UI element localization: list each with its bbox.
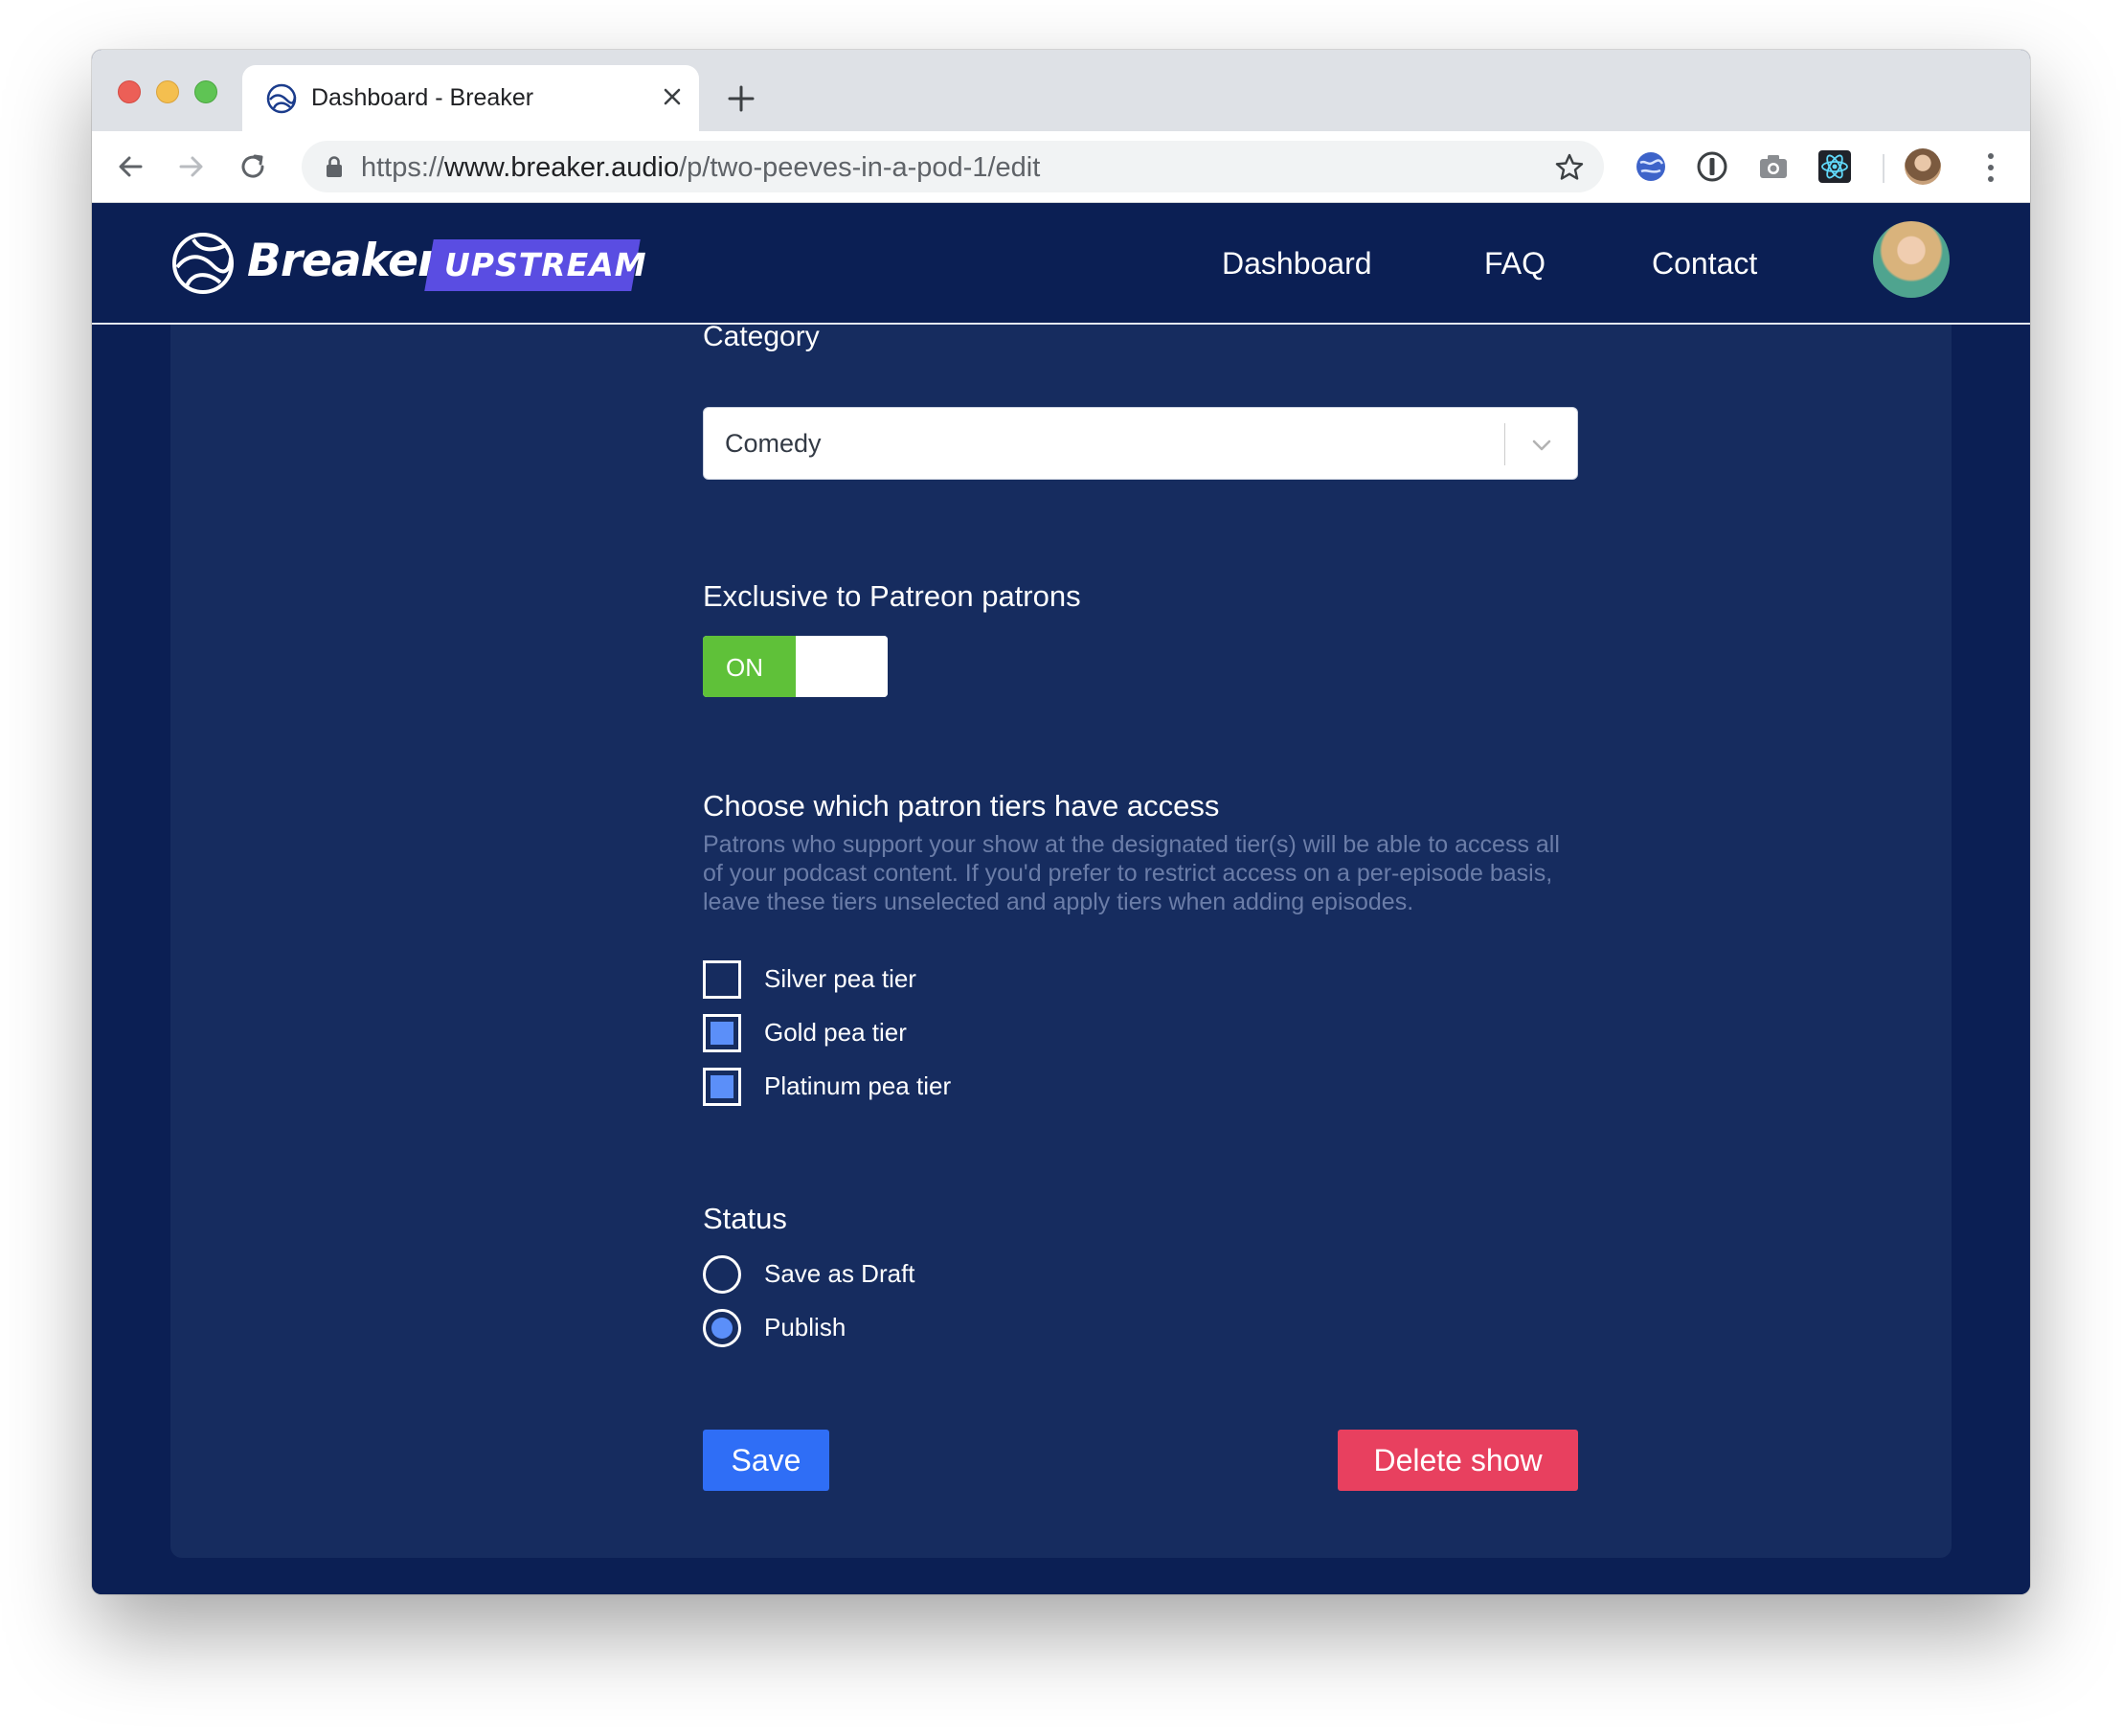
save-button[interactable]: Save <box>703 1430 829 1491</box>
tier-checkbox[interactable] <box>703 1068 741 1106</box>
exclusive-toggle[interactable]: ON <box>703 636 888 697</box>
tier-gold[interactable]: Gold pea tier <box>703 1014 990 1052</box>
toggle-on-label: ON <box>726 653 763 682</box>
site-navbar: Breaker UPSTREAM Dashboard FAQ Contact <box>92 204 2030 325</box>
maximize-window-button[interactable] <box>194 80 217 103</box>
star-icon[interactable] <box>1554 152 1585 183</box>
react-devtools-icon[interactable] <box>1816 148 1853 185</box>
status-radio[interactable] <box>703 1309 741 1347</box>
toggle-knob[interactable] <box>796 636 888 697</box>
back-icon[interactable] <box>114 150 147 183</box>
tier-label: Gold pea tier <box>764 1018 907 1047</box>
tab-strip: Dashboard - Breaker <box>92 50 2030 131</box>
tier-label: Silver pea tier <box>764 964 916 993</box>
reload-icon[interactable] <box>237 150 269 183</box>
close-window-button[interactable] <box>118 80 141 103</box>
tiers-title: Choose which patron tiers have access <box>703 789 1220 823</box>
tiers-description: Patrons who support your show at the des… <box>703 831 1560 915</box>
tab-dashboard[interactable]: Dashboard - Breaker <box>242 65 699 131</box>
url-path: /p/two-peeves-in-a-pod-1/edit <box>679 152 1041 183</box>
chevron-down-icon[interactable] <box>1529 433 1554 458</box>
url-text: https://www.breaker.audio/p/two-peeves-i… <box>361 152 1040 184</box>
globe-extension-icon[interactable] <box>1633 148 1669 185</box>
toolbar-divider <box>1883 154 1884 183</box>
toggle-on-segment: ON <box>703 636 796 697</box>
minimize-window-button[interactable] <box>156 80 179 103</box>
password-manager-icon[interactable] <box>1694 148 1730 185</box>
status-label: Publish <box>764 1313 846 1341</box>
lock-icon <box>327 156 342 177</box>
tier-silver[interactable]: Silver pea tier <box>703 960 990 999</box>
browser-toolbar: https://www.breaker.audio/p/two-peeves-i… <box>92 131 2030 203</box>
delete-show-button[interactable]: Delete show <box>1338 1430 1578 1491</box>
tier-platinum[interactable]: Platinum pea tier <box>703 1068 990 1106</box>
nav-contact[interactable]: Contact <box>1652 246 1757 282</box>
category-select-value: Comedy <box>725 429 822 458</box>
tier-checkbox[interactable] <box>703 960 741 999</box>
page: Category Comedy Exclusive to Patreon pat… <box>92 204 2030 1594</box>
menu-icon[interactable] <box>1986 150 1996 185</box>
breaker-logo-icon[interactable] <box>170 231 236 296</box>
status-radio[interactable] <box>703 1255 741 1294</box>
nav-dashboard[interactable]: Dashboard <box>1222 246 1372 282</box>
exclusive-title: Exclusive to Patreon patrons <box>703 579 1081 613</box>
nav-faq[interactable]: FAQ <box>1484 246 1546 282</box>
url-host: www.breaker.audio <box>444 152 680 183</box>
status-draft[interactable]: Save as Draft <box>703 1255 990 1294</box>
browser-profile-avatar[interactable] <box>1905 148 1941 185</box>
status-title: Status <box>703 1202 787 1235</box>
url-scheme: https:// <box>361 152 445 183</box>
logo-text[interactable]: Breaker <box>247 235 440 287</box>
status-publish[interactable]: Publish <box>703 1309 990 1347</box>
edit-show-form: Category Comedy Exclusive to Patreon pat… <box>170 261 1952 1558</box>
tab-title: Dashboard - Breaker <box>311 84 534 111</box>
camera-icon[interactable] <box>1755 148 1792 185</box>
upstream-badge-text: UPSTREAM <box>444 246 647 283</box>
forward-icon[interactable] <box>175 150 208 183</box>
avatar[interactable] <box>1873 221 1950 298</box>
address-bar[interactable]: https://www.breaker.audio/p/two-peeves-i… <box>302 141 1604 192</box>
breaker-favicon-icon <box>266 83 297 114</box>
select-separator <box>1504 423 1505 465</box>
category-label: Category <box>703 321 820 352</box>
browser-window: Dashboard - Breaker https://www.breaker.… <box>92 50 2030 1594</box>
status-label: Save as Draft <box>764 1259 915 1288</box>
edit-show-card: Category Comedy Exclusive to Patreon pat… <box>170 261 1952 1558</box>
close-tab-icon[interactable] <box>658 82 687 111</box>
tier-label: Platinum pea tier <box>764 1071 952 1100</box>
tier-checkbox[interactable] <box>703 1014 741 1052</box>
category-select[interactable]: Comedy <box>703 407 1578 480</box>
new-tab-icon[interactable] <box>726 83 756 114</box>
